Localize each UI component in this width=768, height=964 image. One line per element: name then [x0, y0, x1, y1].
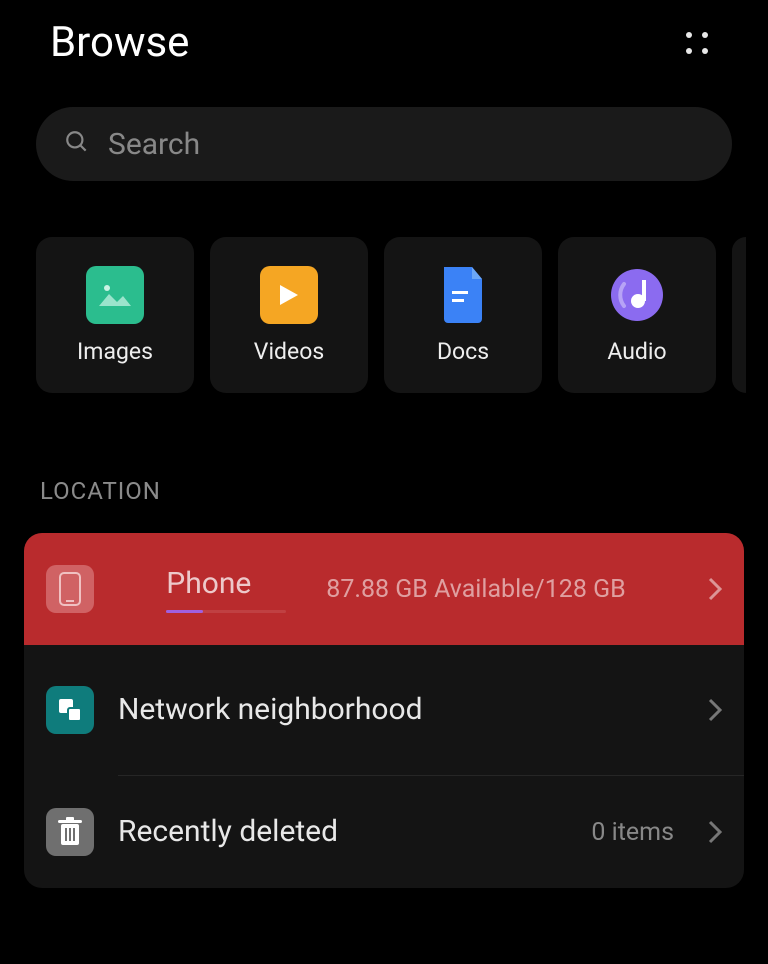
- more-icon[interactable]: [686, 32, 708, 54]
- page-title: Browse: [50, 18, 189, 67]
- location-name: Network neighborhood: [118, 692, 684, 728]
- location-recently-deleted[interactable]: Recently deleted 0 items: [24, 776, 744, 888]
- category-images[interactable]: Images: [36, 237, 194, 393]
- chevron-right-icon: [708, 820, 722, 844]
- phone-icon: [46, 565, 94, 613]
- location-network[interactable]: Network neighborhood: [24, 645, 744, 775]
- chevron-right-icon: [708, 698, 722, 722]
- videos-icon: [260, 266, 318, 324]
- location-name: Recently deleted: [118, 814, 567, 850]
- category-audio[interactable]: Audio: [558, 237, 716, 393]
- docs-icon: [434, 266, 492, 324]
- location-detail: 0 items: [591, 818, 674, 847]
- location-list: Phone 87.88 GB Available/128 GB Network …: [24, 533, 744, 888]
- trash-icon: [46, 808, 94, 856]
- category-row: Images Videos Docs: [0, 181, 768, 393]
- category-label: Videos: [254, 338, 324, 365]
- network-icon: [46, 686, 94, 734]
- category-label: Images: [77, 338, 153, 365]
- category-label: Docs: [437, 338, 489, 365]
- images-icon: [86, 266, 144, 324]
- category-peek[interactable]: [732, 237, 746, 393]
- search-icon: [64, 129, 90, 159]
- storage-progress: [166, 610, 286, 613]
- category-videos[interactable]: Videos: [210, 237, 368, 393]
- location-phone[interactable]: Phone 87.88 GB Available/128 GB: [24, 533, 744, 645]
- section-location-title: LOCATION: [0, 393, 768, 525]
- search-placeholder: Search: [108, 127, 200, 162]
- chevron-right-icon: [708, 577, 722, 601]
- location-name: Phone: [166, 566, 286, 602]
- audio-icon: [608, 266, 666, 324]
- category-label: Audio: [607, 338, 666, 365]
- location-detail: 87.88 GB Available/128 GB: [326, 575, 625, 604]
- search-input[interactable]: Search: [36, 107, 732, 181]
- category-docs[interactable]: Docs: [384, 237, 542, 393]
